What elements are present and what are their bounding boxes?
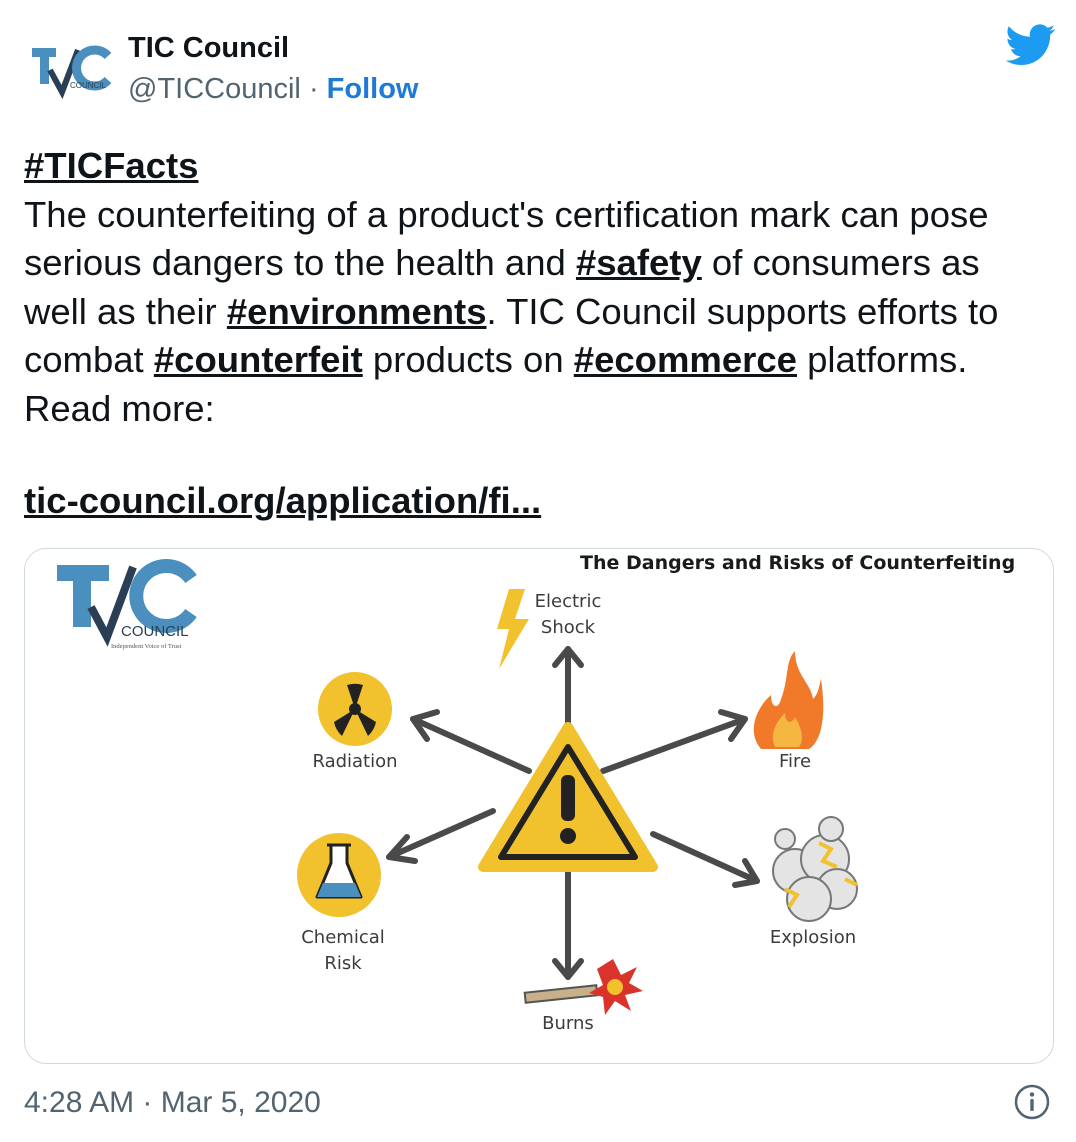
logo-tagline: Independent Voice of Trust xyxy=(111,643,182,650)
label-chemical-line1: Chemical xyxy=(301,927,385,948)
arrow-explosion xyxy=(650,831,760,884)
label-chemical-line2: Risk xyxy=(324,953,362,974)
label-radiation: Radiation xyxy=(312,751,397,772)
counterfeiting-infographic: COUNCIL Independent Voice of Trust The D… xyxy=(57,552,1015,1034)
arrow-chemical xyxy=(386,808,496,860)
avatar[interactable]: COUNCIL xyxy=(28,34,114,100)
arrow-fire xyxy=(600,716,748,774)
infographic-title: The Dangers and Risks of Counterfeiting xyxy=(580,552,1015,574)
handle-separator: · xyxy=(308,73,319,105)
warning-triangle-icon xyxy=(478,722,658,872)
explosion-icon xyxy=(772,816,858,922)
label-electric-line2: Shock xyxy=(541,617,596,638)
hashtag-ticfacts[interactable]: #TICFacts xyxy=(24,145,198,186)
svg-text:COUNCIL: COUNCIL xyxy=(70,81,107,90)
follow-button[interactable]: Follow xyxy=(327,73,419,105)
hashtag-counterfeit[interactable]: #counterfeit xyxy=(154,339,363,380)
tic-logo: COUNCIL Independent Voice of Trust xyxy=(57,559,197,650)
flask-icon xyxy=(297,833,381,917)
hashtag-ecommerce[interactable]: #ecommerce xyxy=(574,339,797,380)
tweet-text: #TICFacts The counterfeiting of a produc… xyxy=(24,142,1044,433)
hashtag-environments[interactable]: #environments xyxy=(227,291,487,332)
twitter-bird-icon[interactable] xyxy=(1005,24,1056,66)
tweet-link[interactable]: tic-council.org/application/fi... xyxy=(24,477,541,525)
handle-row: @TICCouncil · Follow xyxy=(128,71,419,107)
info-icon[interactable] xyxy=(1014,1084,1050,1120)
author-name[interactable]: TIC Council xyxy=(128,30,289,66)
label-fire: Fire xyxy=(779,751,811,772)
radiation-icon xyxy=(318,672,392,746)
author-handle[interactable]: @TICCouncil xyxy=(128,73,301,105)
logo-council-word: COUNCIL xyxy=(121,623,189,640)
fire-icon xyxy=(753,651,824,749)
media-card[interactable]: COUNCIL Independent Voice of Trust The D… xyxy=(24,548,1054,1064)
hashtag-safety[interactable]: #safety xyxy=(576,242,702,283)
arrow-radiation xyxy=(410,716,532,774)
tweet-text-segment: products on xyxy=(362,339,574,380)
label-explosion: Explosion xyxy=(770,927,856,948)
label-burns: Burns xyxy=(542,1013,594,1034)
tic-council-logo-icon: COUNCIL xyxy=(32,45,112,100)
label-electric-line1: Electric xyxy=(535,591,602,612)
lightning-bolt-icon xyxy=(497,589,529,669)
burning-match-icon xyxy=(523,959,643,1015)
tweet-timestamp[interactable]: 4:28 AM · Mar 5, 2020 xyxy=(24,1084,321,1122)
